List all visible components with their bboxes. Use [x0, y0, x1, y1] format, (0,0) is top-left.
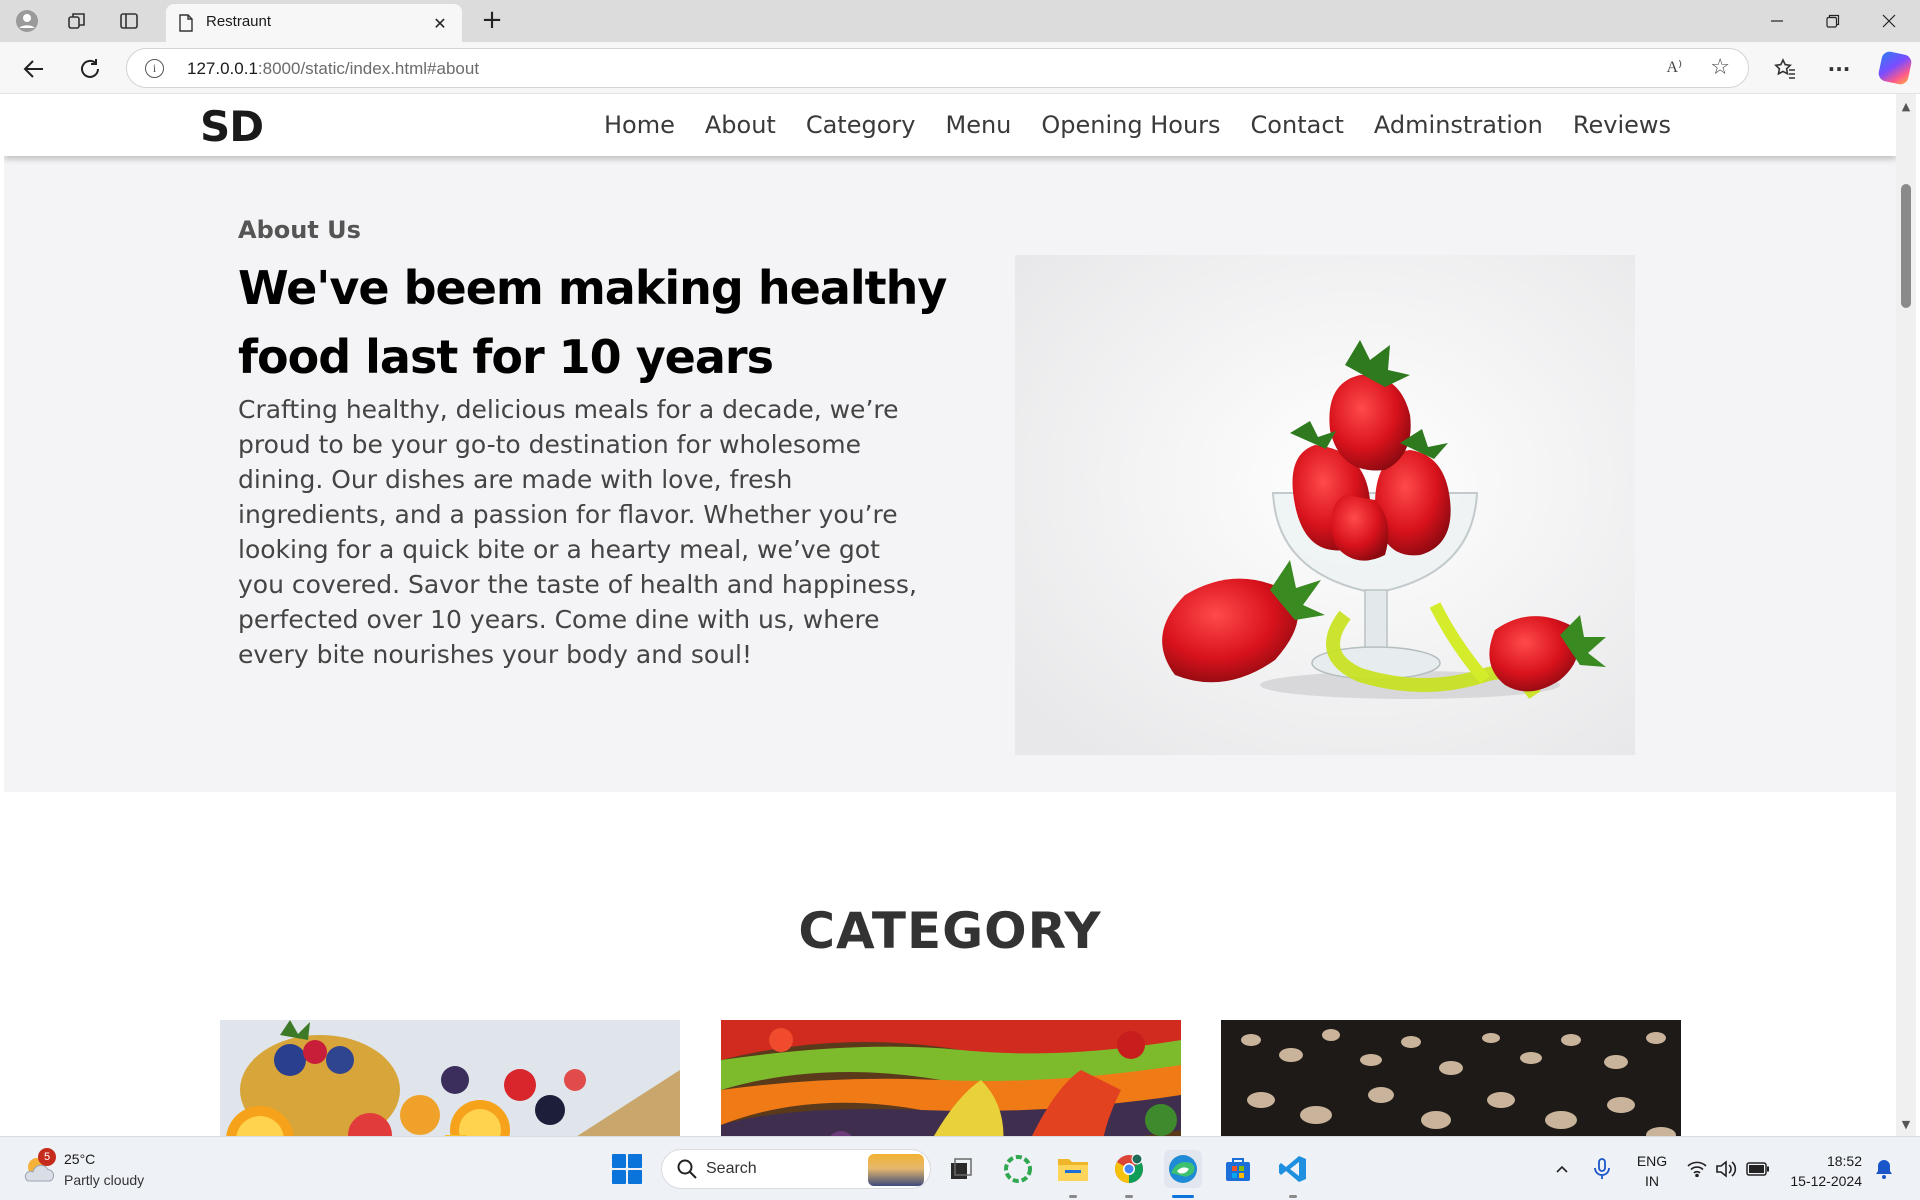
- show-hidden-icons-chevron-icon[interactable]: [1550, 1157, 1574, 1181]
- weather-badge: 5: [38, 1148, 56, 1166]
- nav-contact[interactable]: Contact: [1251, 111, 1344, 139]
- strawberries-image: [1015, 255, 1635, 755]
- search-highlight-image: [868, 1154, 924, 1186]
- copilot-app-icon[interactable]: [999, 1150, 1037, 1188]
- language-top[interactable]: ENG: [1630, 1153, 1674, 1169]
- about-heading: We've beem making healthy food last for …: [238, 261, 947, 384]
- weather-description[interactable]: Partly cloudy: [64, 1172, 144, 1188]
- page-scrollbar[interactable]: ▲ ▼: [1896, 94, 1916, 1136]
- clock-time[interactable]: 18:52: [1782, 1153, 1862, 1169]
- site-logo[interactable]: SD: [200, 102, 264, 151]
- scroll-down-arrow-icon[interactable]: ▼: [1900, 1118, 1912, 1131]
- address-bar-row: i 127.0.0.1:8000/static/index.html#about…: [0, 42, 1920, 94]
- language-bottom[interactable]: IN: [1630, 1173, 1674, 1189]
- microsoft-store-icon[interactable]: [1219, 1150, 1257, 1188]
- scrollbar-thumb[interactable]: [1901, 184, 1911, 308]
- restore-icon[interactable]: [1805, 0, 1861, 42]
- microphone-icon[interactable]: [1590, 1157, 1614, 1181]
- vscode-running-indicator: [1289, 1195, 1297, 1198]
- back-arrow-icon[interactable]: [18, 53, 50, 85]
- favorite-star-icon[interactable]: ☆: [1710, 55, 1730, 80]
- notification-bell-icon[interactable]: [1872, 1157, 1896, 1181]
- page-icon: [178, 14, 194, 36]
- tab-actions-icon[interactable]: [114, 7, 144, 35]
- battery-icon[interactable]: [1746, 1157, 1770, 1181]
- explorer-running-indicator: [1069, 1195, 1077, 1198]
- new-tab-button[interactable]: +: [476, 6, 508, 36]
- search-icon: [676, 1158, 698, 1184]
- read-aloud-icon[interactable]: A⁾: [1667, 57, 1682, 77]
- category-card-fruits[interactable]: [220, 1020, 680, 1136]
- close-window-icon[interactable]: [1861, 0, 1917, 42]
- minimize-icon[interactable]: [1749, 0, 1805, 42]
- windows-taskbar: 5 25°C Partly cloudy Search ENG IN 18:52…: [0, 1136, 1920, 1200]
- nav-about[interactable]: About: [705, 111, 776, 139]
- edge-active-indicator: [1172, 1195, 1194, 1198]
- favorites-icon[interactable]: [1769, 53, 1801, 85]
- wifi-icon[interactable]: [1685, 1157, 1709, 1181]
- site-header: SD Home About Category Menu Opening Hour…: [4, 94, 1896, 156]
- browser-tab-strip: Restraunt ✕ +: [0, 0, 1920, 42]
- url-field[interactable]: i 127.0.0.1:8000/static/index.html#about…: [126, 48, 1749, 88]
- url-host: 127.0.0.1: [187, 59, 258, 78]
- tab-title: Restraunt: [206, 13, 272, 30]
- chrome-running-indicator: [1125, 1195, 1133, 1198]
- scroll-up-arrow-icon[interactable]: ▲: [1900, 100, 1912, 113]
- url-text: 127.0.0.1:8000/static/index.html#about: [187, 59, 479, 79]
- category-card-grains[interactable]: [1221, 1020, 1681, 1136]
- refresh-icon[interactable]: [74, 53, 106, 85]
- profile-icon[interactable]: [12, 7, 42, 35]
- close-tab-icon[interactable]: ✕: [428, 11, 452, 35]
- nav-menu[interactable]: Menu: [945, 111, 1011, 139]
- nav-category[interactable]: Category: [806, 111, 916, 139]
- clock-date[interactable]: 15-12-2024: [1770, 1173, 1862, 1189]
- edge-icon[interactable]: [1164, 1150, 1202, 1188]
- volume-icon[interactable]: [1714, 1157, 1738, 1181]
- active-tab[interactable]: Restraunt ✕: [166, 4, 462, 42]
- about-subtitle: About Us: [238, 216, 361, 244]
- taskbar-search-box[interactable]: Search: [661, 1149, 931, 1189]
- vscode-icon[interactable]: [1274, 1150, 1312, 1188]
- url-path: :8000/static/index.html#about: [257, 59, 480, 78]
- category-heading: CATEGORY: [798, 902, 1102, 960]
- weather-temperature[interactable]: 25°C: [64, 1151, 95, 1167]
- chrome-icon[interactable]: [1110, 1150, 1148, 1188]
- page-viewport: SD Home About Category Menu Opening Hour…: [4, 94, 1896, 1136]
- nav-home[interactable]: Home: [604, 111, 675, 139]
- workspaces-icon[interactable]: [62, 7, 92, 35]
- more-options-icon[interactable]: ···: [1823, 53, 1855, 85]
- nav-reviews[interactable]: Reviews: [1573, 111, 1671, 139]
- category-card-vegetables[interactable]: [721, 1020, 1181, 1136]
- nav-adminstration[interactable]: Adminstration: [1374, 111, 1543, 139]
- main-nav: Home About Category Menu Opening Hours C…: [604, 111, 1671, 139]
- file-explorer-icon[interactable]: [1054, 1150, 1092, 1188]
- site-info-icon[interactable]: i: [145, 59, 164, 78]
- about-section: About Us We've beem making healthy food …: [4, 156, 1896, 792]
- task-view-icon[interactable]: [942, 1150, 980, 1188]
- nav-opening-hours[interactable]: Opening Hours: [1041, 111, 1220, 139]
- about-paragraph: Crafting healthy, delicious meals for a …: [238, 395, 917, 669]
- windows-start-icon[interactable]: [612, 1154, 642, 1184]
- search-label: Search: [706, 1160, 757, 1177]
